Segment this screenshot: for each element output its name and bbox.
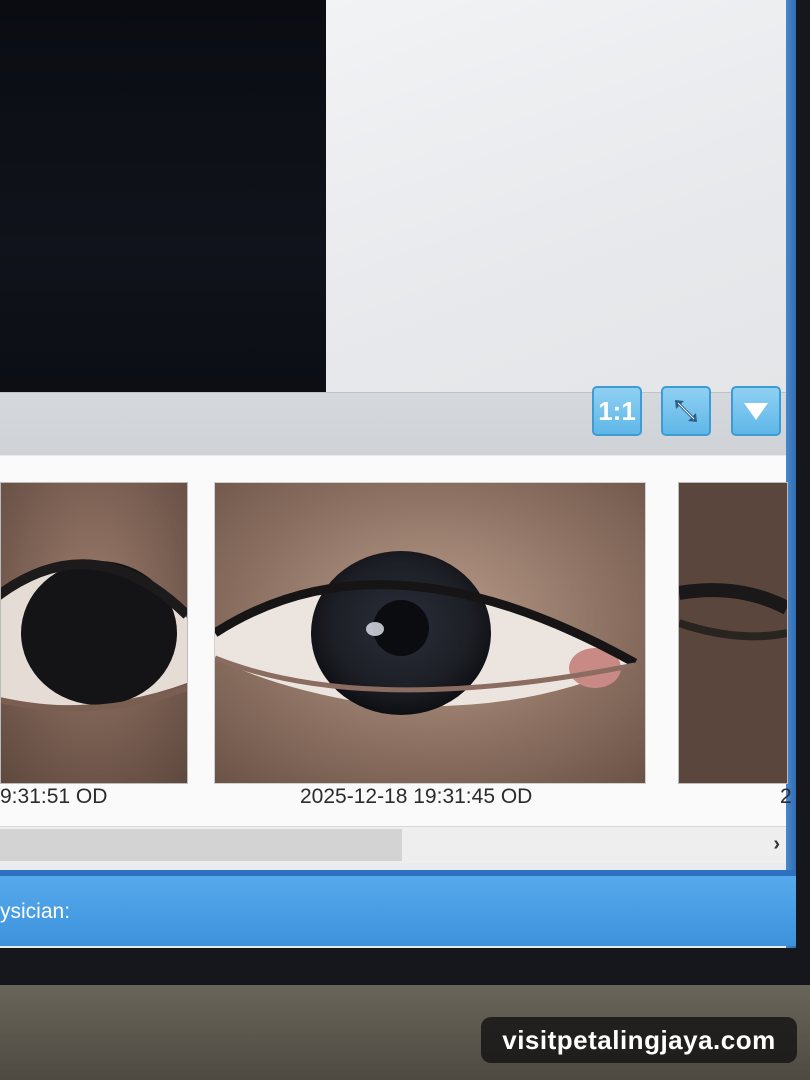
- triangle-down-icon: [744, 403, 768, 420]
- image-viewer-pane[interactable]: [0, 0, 326, 412]
- expand-arrows-icon: [675, 400, 697, 422]
- physician-label: ysician:: [0, 900, 71, 923]
- actual-size-label: 1:1: [598, 395, 636, 426]
- watermark: visitpetalingjaya.com: [481, 1017, 797, 1063]
- horizontal-scrollbar[interactable]: ›: [0, 826, 786, 863]
- scrollbar-thumb[interactable]: [0, 829, 402, 861]
- thumbnail-caption: 2025-12-18 19:31:45 OD: [300, 785, 533, 808]
- thumbnail-image[interactable]: [214, 482, 646, 784]
- dropdown-button[interactable]: [731, 386, 781, 436]
- thumbnail-caption: 9:31:51 OD: [0, 785, 108, 808]
- thumbnail-image[interactable]: [0, 482, 188, 784]
- status-bar: ysician:: [0, 870, 796, 946]
- blank-panel: [326, 0, 786, 395]
- eye-photo: [215, 483, 645, 783]
- eye-photo: [679, 483, 787, 783]
- scroll-right-icon[interactable]: ›: [773, 833, 780, 856]
- actual-size-button[interactable]: 1:1: [592, 386, 642, 436]
- thumbnail-caption: 2: [780, 785, 792, 808]
- fit-to-window-button[interactable]: [661, 386, 711, 436]
- screen: 1:1 9:31:51 OD 2025-12-18 19:31:45 OD 2 …: [0, 0, 796, 948]
- eye-photo: [1, 483, 187, 783]
- thumbnail-image[interactable]: [678, 482, 788, 784]
